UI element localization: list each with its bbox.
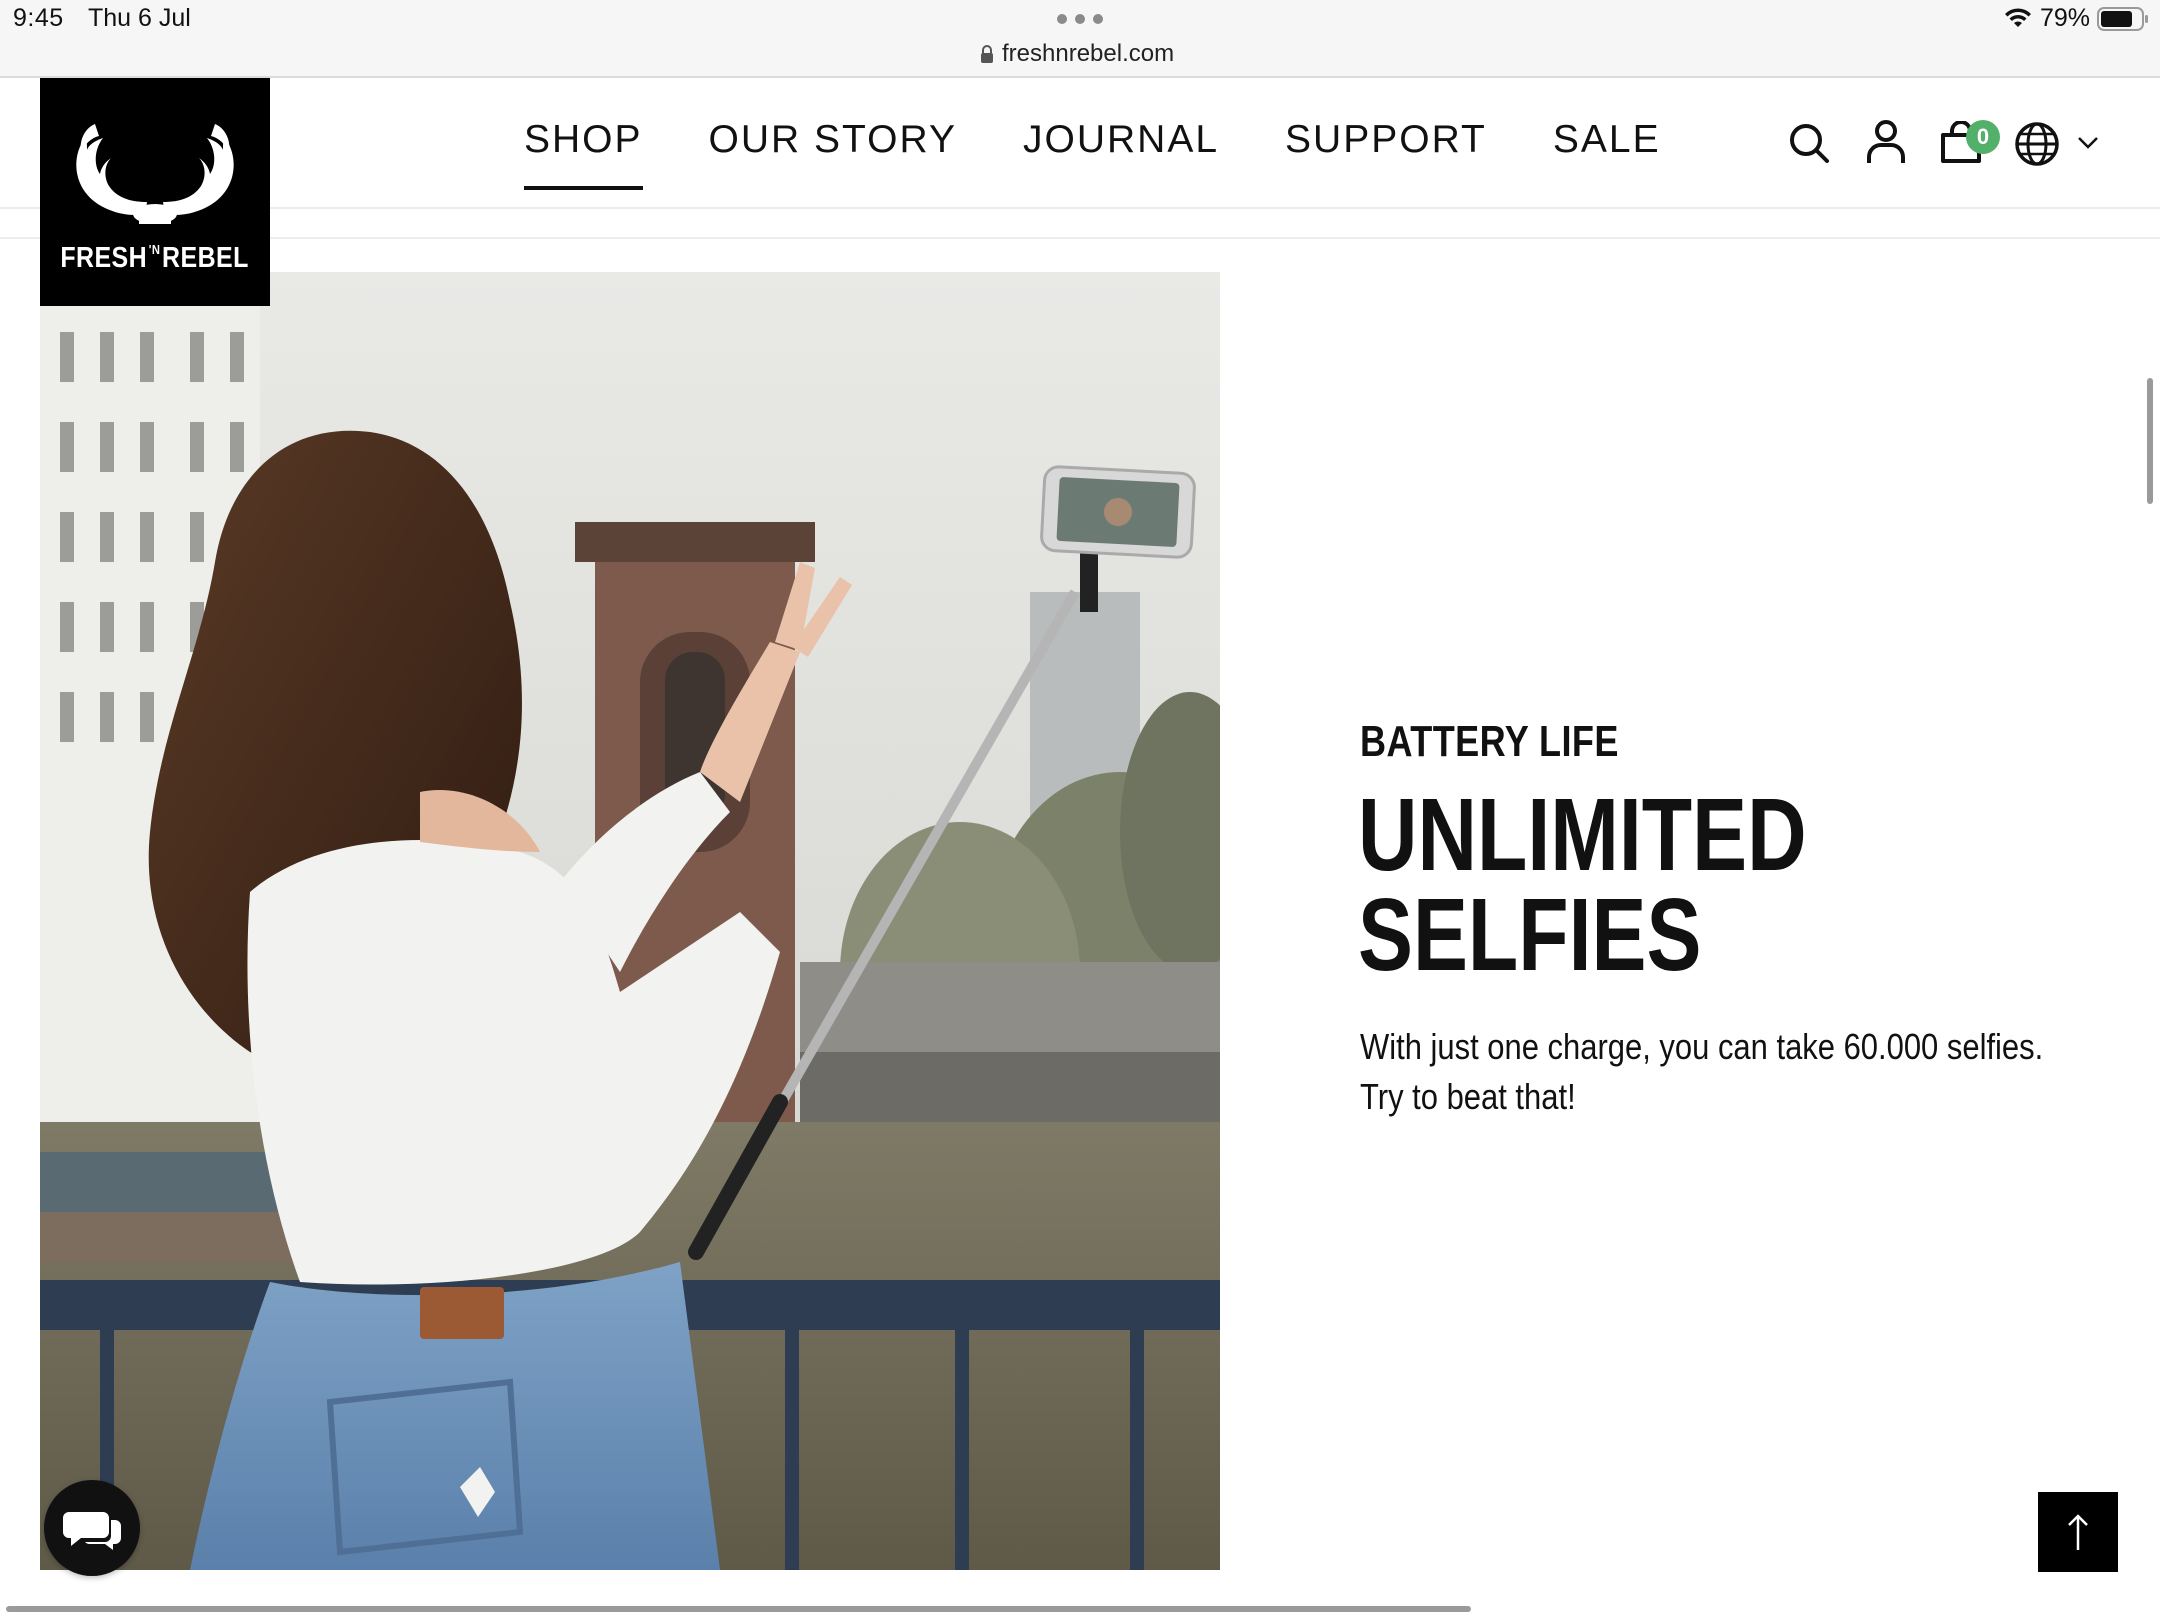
header-divider — [0, 237, 2160, 239]
headline-line-1: UNLIMITED — [1358, 777, 1807, 892]
lock-icon — [981, 45, 993, 63]
body-line-2: Try to beat that! — [1360, 1076, 1576, 1117]
wifi-icon — [2005, 8, 2031, 27]
multitasking-dots-icon[interactable] — [1057, 12, 1103, 26]
back-to-top-button[interactable] — [2038, 1492, 2118, 1572]
main-navigation: SHOP OUR STORY JOURNAL SUPPORT SALE — [524, 118, 1727, 190]
ios-status-bar: 9:45 Thu 6 Jul 79% freshnrebel.com — [0, 0, 2160, 78]
nav-journal[interactable]: JOURNAL — [1023, 118, 1219, 178]
feature-headline: UNLIMITED SELFIES — [1358, 777, 1807, 992]
search-icon[interactable] — [1788, 122, 1830, 164]
chat-button[interactable] — [44, 1480, 140, 1576]
battery-percent: 79% — [2040, 4, 2091, 32]
address-bar[interactable]: freshnrebel.com — [980, 38, 1174, 70]
nav-sale[interactable]: SALE — [1553, 118, 1661, 178]
hero-image — [40, 272, 1220, 1570]
url-text: freshnrebel.com — [1002, 40, 1175, 67]
vertical-scrollbar[interactable] — [2147, 378, 2153, 504]
cart-count-badge: 0 — [1966, 120, 2000, 154]
selfie-photo — [40, 272, 1220, 1570]
brand-logo[interactable]: FRESH 'NREBEL — [40, 78, 270, 306]
chat-bubbles-icon — [63, 1512, 121, 1550]
battery-icon — [2097, 7, 2148, 31]
nav-our-story[interactable]: OUR STORY — [709, 118, 957, 178]
horizontal-scrollbar[interactable] — [6, 1606, 1471, 1612]
nav-support[interactable]: SUPPORT — [1285, 118, 1487, 178]
status-date: Thu 6 Jul — [88, 4, 191, 32]
chevron-down-icon[interactable] — [2077, 136, 2099, 150]
globe-icon[interactable] — [2014, 121, 2060, 167]
status-time: 9:45 — [13, 4, 64, 32]
nav-shop[interactable]: SHOP — [524, 118, 643, 190]
body-line-1: With just one charge, you can take 60.00… — [1360, 1026, 2044, 1067]
lobster-claws-icon — [76, 124, 234, 224]
user-icon[interactable] — [1866, 119, 1906, 165]
logo-wordmark: FRESH 'NREBEL — [60, 242, 250, 274]
feature-eyebrow: BATTERY LIFE — [1360, 717, 1619, 766]
feature-body: With just one charge, you can take 60.00… — [1360, 1022, 2043, 1122]
arrow-up-icon — [2068, 1514, 2088, 1550]
headline-line-2: SELFIES — [1358, 877, 1702, 992]
